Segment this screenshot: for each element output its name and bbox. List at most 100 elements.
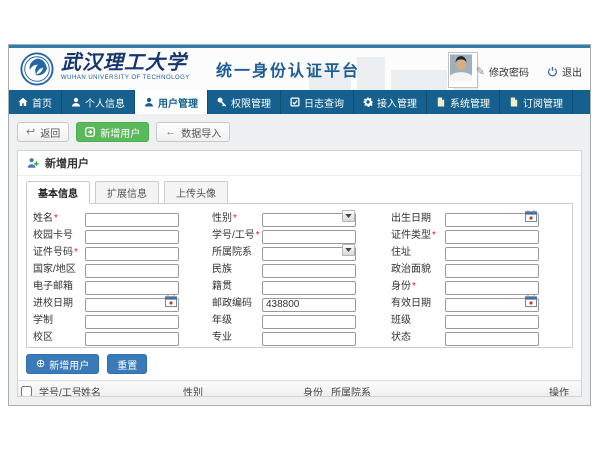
back-arrow-icon: ↩	[26, 127, 35, 138]
table-header-actions: 操作	[549, 384, 578, 397]
field-label: 有效日期	[391, 294, 445, 309]
field-label: 校区	[33, 328, 85, 343]
form-field-political-status: 政治面貌	[391, 260, 570, 274]
calendar-icon[interactable]	[525, 295, 537, 307]
nav-label: 订阅管理	[523, 95, 563, 110]
field-label: 状态	[391, 328, 445, 343]
brand-block: 武汉理工大学 WUHAN UNIVERSITY OF TECHNOLOGY	[61, 52, 190, 81]
grade-input[interactable]	[262, 315, 356, 329]
toolbar-add-user-button[interactable]: 新增用户	[76, 122, 149, 142]
calendar-icon[interactable]	[165, 295, 177, 307]
form-tabs: 基本信息 扩展信息 上传头像	[18, 176, 581, 203]
calendar-icon[interactable]	[525, 210, 537, 222]
nav-item-home[interactable]: 首页	[9, 90, 62, 114]
form-field-id-type: 证件类型*	[391, 226, 570, 240]
submit-add-user-label: 新增用户	[49, 357, 89, 372]
field-label: 国家/地区	[33, 260, 85, 275]
tab-basic-info[interactable]: 基本信息	[26, 181, 90, 204]
status-input[interactable]	[445, 332, 539, 346]
form-field-name: 姓名*	[33, 209, 212, 223]
postal-code-input[interactable]	[262, 298, 356, 312]
school-system-input[interactable]	[85, 315, 179, 329]
major-input[interactable]	[262, 332, 356, 346]
nav-label: 系统管理	[450, 95, 490, 110]
native-place-input[interactable]	[262, 281, 356, 295]
log-check-icon	[290, 97, 300, 107]
email-input[interactable]	[85, 281, 179, 295]
nav-item-system-mgmt[interactable]: 系统管理	[427, 90, 500, 114]
form-field-valid-date: 有效日期	[391, 294, 570, 308]
change-password-label: 修改密码	[489, 64, 529, 79]
nav-item-subscription-mgmt[interactable]: 订阅管理	[500, 90, 573, 114]
header-actions: ✎ 修改密码 退出	[476, 64, 582, 79]
form-field-major: 专业	[212, 328, 391, 342]
back-button-label: 返回	[40, 125, 60, 140]
university-name-en: WUHAN UNIVERSITY OF TECHNOLOGY	[61, 75, 190, 81]
basic-info-form: 姓名* 性别* 出生日期 校园卡号	[26, 203, 573, 348]
identity-input[interactable]	[445, 281, 539, 295]
page-header: 武汉理工大学 WUHAN UNIVERSITY OF TECHNOLOGY 统一…	[9, 48, 590, 90]
form-field-email: 电子邮箱	[33, 277, 212, 291]
political-status-input[interactable]	[445, 264, 539, 278]
submit-add-user-button[interactable]: ⊕ 新增用户	[26, 354, 99, 374]
address-input[interactable]	[445, 247, 539, 261]
nav-item-profile[interactable]: 个人信息	[62, 90, 135, 114]
class-input[interactable]	[445, 315, 539, 329]
form-field-school-system: 学制	[33, 311, 212, 325]
tab-extended-info[interactable]: 扩展信息	[95, 181, 159, 204]
form-field-campus-card: 校园卡号	[33, 226, 212, 240]
select-all-checkbox[interactable]	[21, 386, 32, 397]
form-field-gender: 性别*	[212, 209, 391, 223]
form-field-identity: 身份*	[391, 277, 570, 291]
form-field-status: 状态	[391, 328, 570, 342]
nav-label: 接入管理	[377, 95, 417, 110]
field-label: 政治面貌	[391, 260, 445, 275]
name-input[interactable]	[85, 213, 179, 227]
user-table-header: 学号/工号 姓名 性别 身份 所属院系 操作	[18, 380, 581, 397]
user-avatar[interactable]	[448, 52, 478, 88]
new-user-icon	[85, 127, 95, 137]
power-icon	[547, 66, 558, 77]
field-label: 籍贯	[212, 277, 262, 292]
nav-label: 首页	[32, 95, 52, 110]
nav-item-permission-mgmt[interactable]: 权限管理	[208, 90, 281, 114]
skyline-watermark	[391, 70, 447, 90]
ethnicity-input[interactable]	[262, 264, 356, 278]
country-input[interactable]	[85, 264, 179, 278]
form-field-birth-date: 出生日期	[391, 209, 570, 223]
tab-upload-avatar[interactable]: 上传头像	[164, 181, 228, 204]
content-area: ↩ 返回 新增用户 ← 数据导入	[9, 114, 590, 405]
campus-input[interactable]	[85, 332, 179, 346]
table-header-name: 姓名	[81, 384, 183, 397]
gear-icon	[363, 97, 373, 107]
section-header: 新增用户	[18, 151, 581, 176]
dropdown-arrow-icon[interactable]	[342, 210, 355, 222]
field-label: 所属院系	[212, 243, 262, 258]
back-button[interactable]: ↩ 返回	[17, 122, 69, 142]
user-icon	[71, 97, 81, 107]
nav-item-access-mgmt[interactable]: 接入管理	[354, 90, 427, 114]
plus-circle-icon: ⊕	[36, 359, 45, 370]
table-header-department: 所属院系	[331, 384, 549, 397]
nav-item-log-query[interactable]: 日志查询	[281, 90, 354, 114]
id-number-input[interactable]	[85, 247, 179, 261]
nav-item-user-mgmt[interactable]: 用户管理	[135, 90, 208, 114]
reset-button[interactable]: 重置	[107, 354, 147, 374]
table-header-student-id: 学号/工号	[39, 384, 81, 397]
logout-link[interactable]: 退出	[547, 64, 582, 79]
change-password-link[interactable]: ✎ 修改密码	[476, 64, 529, 79]
reset-label: 重置	[117, 357, 137, 372]
id-type-input[interactable]	[445, 230, 539, 244]
form-field-student-id: 学号/工号*	[212, 226, 391, 240]
field-label: 住址	[391, 243, 445, 258]
form-field-department: 所属院系	[212, 243, 391, 257]
field-label: 性别*	[212, 209, 262, 224]
field-label: 出生日期	[391, 209, 445, 224]
student-id-input[interactable]	[262, 230, 356, 244]
app-window: 武汉理工大学 WUHAN UNIVERSITY OF TECHNOLOGY 统一…	[8, 44, 591, 406]
dropdown-arrow-icon[interactable]	[342, 244, 355, 256]
form-field-grade: 年级	[212, 311, 391, 325]
data-import-button[interactable]: ← 数据导入	[156, 122, 230, 142]
campus-card-input[interactable]	[85, 230, 179, 244]
form-field-entry-date: 进校日期	[33, 294, 212, 308]
